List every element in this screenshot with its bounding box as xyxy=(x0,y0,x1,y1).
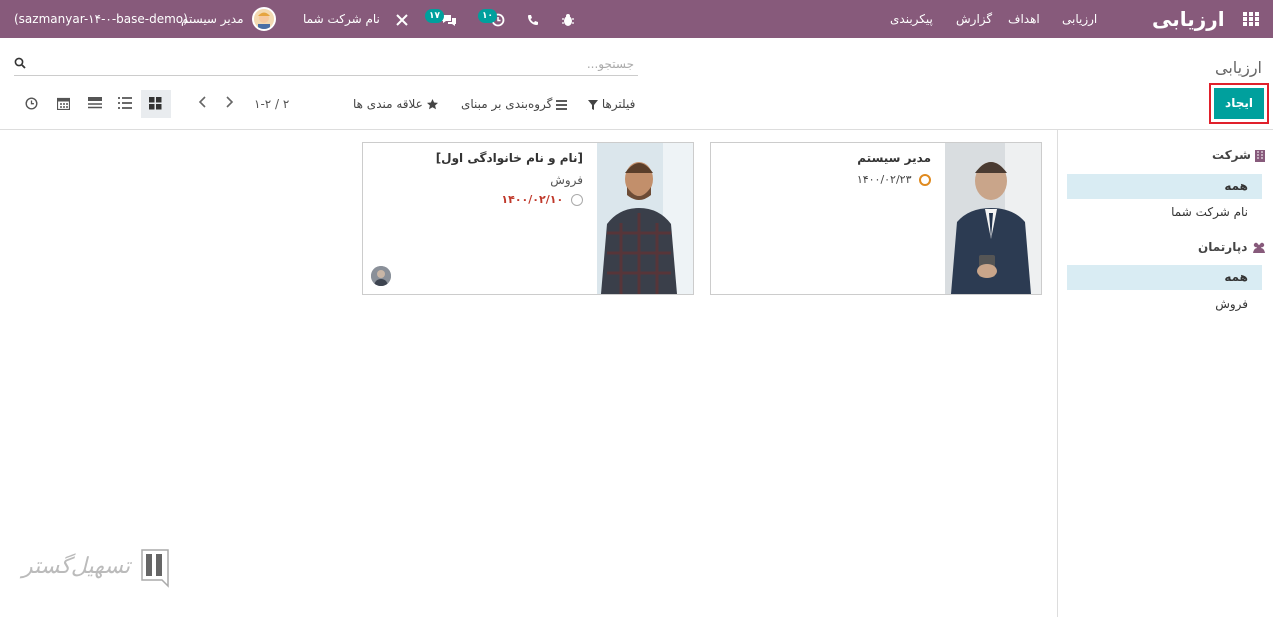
menu-configuration[interactable]: پیکربندی xyxy=(890,0,933,38)
kanban-card[interactable]: مدیر سیستم ۱۴۰۰/۰۲/۲۳ xyxy=(710,142,1042,295)
top-navbar: ارزیابی ارزیابی اهداف گزارش پیکربندی ۱۰ … xyxy=(0,0,1273,38)
search-input[interactable] xyxy=(34,54,634,74)
phone-icon[interactable] xyxy=(527,0,539,38)
chat-icon[interactable] xyxy=(441,0,457,38)
calendar-view-button[interactable] xyxy=(49,90,79,118)
kanban-card[interactable]: [نام و نام خانوادگی اول] فروش ۱۴۰۰/۰۲/۱۰ xyxy=(362,142,694,295)
department-filter-sales[interactable]: فروش xyxy=(1067,292,1262,317)
building-icon xyxy=(1255,148,1266,162)
favorites-button[interactable]: علاقه مندی ها xyxy=(353,94,438,114)
bug-icon[interactable] xyxy=(561,0,575,38)
users-icon xyxy=(1252,240,1266,254)
company-switcher[interactable]: نام شرکت شما xyxy=(303,0,380,38)
database-name: (sazmanyar-۱۴-۰-base-demo) xyxy=(14,12,188,26)
deadline-clock-icon xyxy=(919,174,931,186)
filter-icon xyxy=(588,97,602,111)
menu-report[interactable]: گزارش xyxy=(956,0,992,38)
star-icon xyxy=(426,97,438,111)
card-employee-name: [نام و نام خانوادگی اول] xyxy=(435,151,583,165)
department-filter-label: دپارتمان xyxy=(1198,240,1248,254)
deadline-clock-icon xyxy=(571,194,583,206)
menu-goals[interactable]: اهداف xyxy=(1008,0,1040,38)
search-bar xyxy=(14,54,638,76)
tools-icon[interactable] xyxy=(395,0,409,38)
card-department: فروش xyxy=(550,173,583,187)
activity-view-button[interactable] xyxy=(17,90,47,118)
chat-count-badge: ۱۷ xyxy=(425,9,444,23)
card-employee-name: مدیر سیستم xyxy=(857,151,931,165)
breadcrumb: ارزیابی xyxy=(1214,58,1262,77)
list-icon xyxy=(118,97,132,109)
pager-next-icon[interactable] xyxy=(198,96,207,112)
employee-photo xyxy=(597,143,693,294)
company-filter-label: شرکت xyxy=(1212,148,1251,162)
watermark-text: تسهیل‌گستر xyxy=(22,554,131,579)
card-user-avatar[interactable] xyxy=(371,266,391,286)
kanban-view-button[interactable] xyxy=(141,90,171,118)
user-menu[interactable]: مدیر سیستم xyxy=(181,0,244,38)
search-icon[interactable] xyxy=(14,57,28,71)
search-panel-separator xyxy=(1057,130,1058,617)
department-filter-all[interactable]: همه xyxy=(1067,265,1262,290)
activity-count-badge: ۱۰ xyxy=(478,9,497,23)
app-brand[interactable]: ارزیابی xyxy=(1152,0,1225,38)
form-icon xyxy=(88,97,102,109)
apps-icon xyxy=(1243,12,1259,26)
filters-button[interactable]: فیلترها xyxy=(588,94,635,114)
company-filter-your-company[interactable]: نام شرکت شما xyxy=(1067,200,1262,225)
card-deadline-text: ۱۴۰۰/۰۲/۲۳ xyxy=(856,173,912,186)
watermark-logo: تسهیل‌گستر xyxy=(22,548,172,596)
groupby-label: گروه‌بندی بر مبنای xyxy=(461,97,553,111)
company-filter-all[interactable]: همه xyxy=(1067,174,1262,199)
menu-evaluation[interactable]: ارزیابی xyxy=(1062,0,1097,38)
clock-icon xyxy=(25,97,38,110)
department-filter-title: دپارتمان xyxy=(1198,240,1266,254)
filters-label: فیلترها xyxy=(601,97,636,111)
bars-icon xyxy=(556,97,568,111)
company-filter-title: شرکت xyxy=(1212,148,1266,162)
create-button-highlight: ایجاد xyxy=(1209,83,1269,124)
card-deadline-text: ۱۴۰۰/۰۲/۱۰ xyxy=(501,193,564,206)
form-view-button[interactable] xyxy=(80,90,110,118)
pager-previous-icon[interactable] xyxy=(225,96,234,112)
apps-menu-button[interactable] xyxy=(1236,0,1264,38)
list-view-button[interactable] xyxy=(110,90,140,118)
card-deadline: ۱۴۰۰/۰۲/۱۰ xyxy=(501,193,583,206)
pager-value[interactable]: ۱-۲ / ۲ xyxy=(254,94,289,114)
favorites-label: علاقه مندی ها xyxy=(353,97,423,111)
control-panel-divider xyxy=(0,129,1273,130)
calendar-icon xyxy=(57,97,70,110)
kanban-icon xyxy=(149,97,162,110)
create-button[interactable]: ایجاد xyxy=(1214,88,1264,119)
user-avatar[interactable] xyxy=(252,7,276,31)
card-deadline: ۱۴۰۰/۰۲/۲۳ xyxy=(857,173,931,186)
employee-photo xyxy=(945,143,1041,294)
groupby-button[interactable]: گروه‌بندی بر مبنای xyxy=(461,94,568,114)
